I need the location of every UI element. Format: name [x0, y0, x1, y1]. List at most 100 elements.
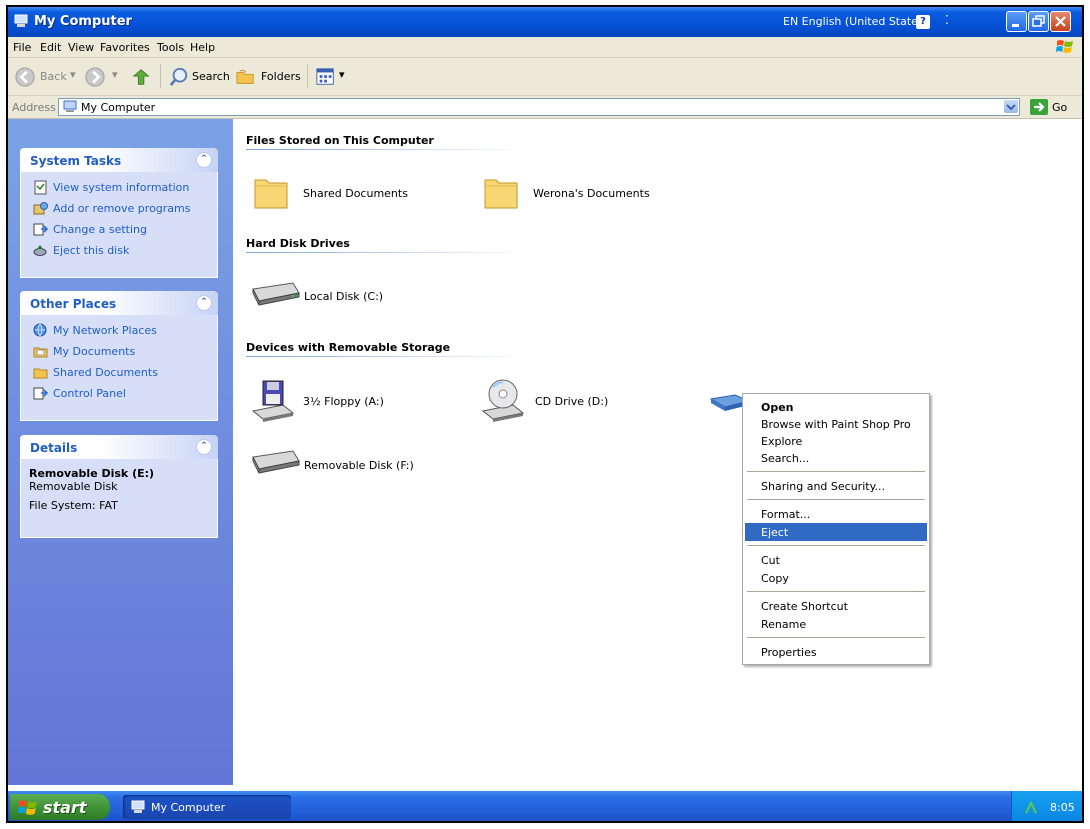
- windows-logo-icon: [18, 800, 37, 815]
- chevron-down-icon: [1006, 104, 1016, 111]
- up-folder-icon[interactable]: [131, 67, 153, 87]
- search-button[interactable]: Search: [192, 70, 230, 83]
- go-arrow-icon[interactable]: [1030, 99, 1048, 115]
- collapse-icon[interactable]: ⌃: [196, 439, 212, 455]
- item-local-disk-c[interactable]: Local Disk (C:): [249, 279, 429, 311]
- menu-help[interactable]: Help: [190, 41, 215, 54]
- windows-logo-icon: [1056, 40, 1073, 53]
- menu-separator: [747, 591, 925, 592]
- search-icon[interactable]: [168, 67, 190, 87]
- eject-disk-icon: [33, 245, 47, 256]
- go-button[interactable]: Go: [1052, 101, 1067, 114]
- address-dropdown-button[interactable]: [1004, 100, 1018, 113]
- ctx-rename[interactable]: Rename: [745, 615, 927, 633]
- place-control-panel[interactable]: Control Panel: [33, 384, 209, 405]
- menu-file[interactable]: File: [13, 41, 31, 54]
- removable-disk-icon: [252, 450, 300, 474]
- menu-bar: File Edit View Favorites Tools Help: [8, 37, 1082, 58]
- task-change-setting[interactable]: Change a setting: [33, 220, 209, 241]
- start-button[interactable]: start: [10, 794, 110, 820]
- ctx-explore[interactable]: Explore: [745, 432, 927, 450]
- address-bar: Address My Computer Go: [8, 96, 1082, 119]
- minimize-button[interactable]: [1006, 11, 1027, 32]
- ctx-format[interactable]: Format...: [745, 505, 927, 523]
- item-removable-disk-f[interactable]: Removable Disk (F:): [249, 447, 429, 479]
- system-tasks-panel: System Tasks ⌃ View system information A…: [20, 148, 218, 278]
- ctx-search[interactable]: Search...: [745, 449, 927, 467]
- item-weronas-documents[interactable]: Werona's Documents: [481, 172, 681, 212]
- menu-favorites[interactable]: Favorites: [100, 41, 150, 54]
- back-button[interactable]: Back: [40, 70, 67, 83]
- menu-separator: [747, 499, 925, 500]
- ctx-sharing-security[interactable]: Sharing and Security...: [745, 477, 927, 495]
- close-icon: [1055, 16, 1066, 27]
- views-dropdown-icon[interactable]: ▾: [339, 68, 345, 81]
- item-shared-documents[interactable]: Shared Documents: [251, 172, 431, 212]
- taskbar: start My Computer 8:05: [8, 791, 1082, 821]
- hard-disk-icon: [252, 282, 300, 306]
- clock[interactable]: 8:05: [1050, 801, 1075, 814]
- language-options-icon[interactable]: ⁚: [945, 13, 949, 27]
- ctx-open[interactable]: Open: [745, 398, 927, 416]
- views-icon[interactable]: [314, 67, 338, 87]
- place-my-network-places[interactable]: My Network Places: [33, 321, 209, 342]
- task-add-remove-programs[interactable]: Add or remove programs: [33, 199, 209, 220]
- my-computer-icon: [131, 800, 145, 813]
- my-documents-icon: [33, 347, 48, 358]
- taskbar-button-my-computer[interactable]: My Computer: [123, 795, 291, 819]
- other-places-header[interactable]: Other Places ⌃: [20, 291, 218, 315]
- ctx-browse-paint-shop-pro[interactable]: Browse with Paint Shop Pro: [745, 415, 927, 433]
- ctx-eject[interactable]: Eject: [745, 523, 927, 541]
- ctx-properties[interactable]: Properties: [745, 643, 927, 661]
- system-tasks-body: View system information Add or remove pr…: [20, 172, 218, 278]
- place-shared-documents[interactable]: Shared Documents: [33, 363, 209, 384]
- item-floppy-a[interactable]: 3½ Floppy (A:): [251, 377, 431, 423]
- my-computer-icon: [14, 14, 28, 27]
- back-dropdown-icon[interactable]: ▾: [70, 68, 76, 81]
- menu-tools[interactable]: Tools: [157, 41, 184, 54]
- tray-network-icon[interactable]: [1024, 801, 1038, 815]
- forward-dropdown-icon[interactable]: ▾: [112, 68, 118, 81]
- details-title: Details: [30, 441, 78, 455]
- details-header[interactable]: Details ⌃: [20, 435, 218, 459]
- ctx-cut[interactable]: Cut: [745, 551, 927, 569]
- back-arrow-icon[interactable]: [14, 67, 36, 87]
- group-divider: [246, 356, 530, 357]
- folders-button[interactable]: Folders: [261, 70, 301, 83]
- details-body: Removable Disk (E:) Removable Disk File …: [20, 459, 218, 538]
- task-eject-disk[interactable]: Eject this disk: [33, 241, 209, 262]
- collapse-icon[interactable]: ⌃: [196, 152, 212, 168]
- folder-icon: [254, 179, 288, 209]
- network-places-icon: [33, 323, 47, 337]
- task-view-system-information[interactable]: View system information: [33, 178, 209, 199]
- menu-view[interactable]: View: [68, 41, 94, 54]
- control-panel-icon: [33, 387, 48, 400]
- address-value: My Computer: [81, 101, 156, 114]
- restore-button[interactable]: [1028, 11, 1049, 32]
- language-bar[interactable]: EN English (United States): [783, 15, 928, 28]
- item-cd-drive-d[interactable]: CD Drive (D:): [481, 377, 661, 423]
- title-bar[interactable]: My Computer EN English (United States) ?…: [8, 7, 1082, 37]
- menu-edit[interactable]: Edit: [40, 41, 61, 54]
- forward-arrow-icon[interactable]: [84, 67, 106, 87]
- folders-icon[interactable]: [234, 67, 258, 87]
- details-item-name: Removable Disk (E:): [29, 467, 155, 480]
- ctx-copy[interactable]: Copy: [745, 569, 927, 587]
- menu-separator: [747, 637, 925, 638]
- help-icon[interactable]: ?: [916, 15, 930, 29]
- shared-folder-icon: [33, 368, 48, 379]
- group-divider: [246, 252, 530, 253]
- floppy-drive-icon: [251, 380, 295, 422]
- ctx-create-shortcut[interactable]: Create Shortcut: [745, 597, 927, 615]
- group-divider: [246, 149, 530, 150]
- address-field[interactable]: My Computer: [58, 98, 1020, 116]
- close-button[interactable]: [1050, 11, 1071, 32]
- place-my-documents[interactable]: My Documents: [33, 342, 209, 363]
- folder-icon: [484, 179, 518, 209]
- menu-separator: [747, 471, 925, 472]
- other-places-title: Other Places: [30, 297, 117, 311]
- system-tasks-header[interactable]: System Tasks ⌃: [20, 148, 218, 172]
- collapse-icon[interactable]: ⌃: [196, 295, 212, 311]
- taskbar-button-label: My Computer: [151, 801, 226, 814]
- details-file-system: File System: FAT: [29, 499, 118, 512]
